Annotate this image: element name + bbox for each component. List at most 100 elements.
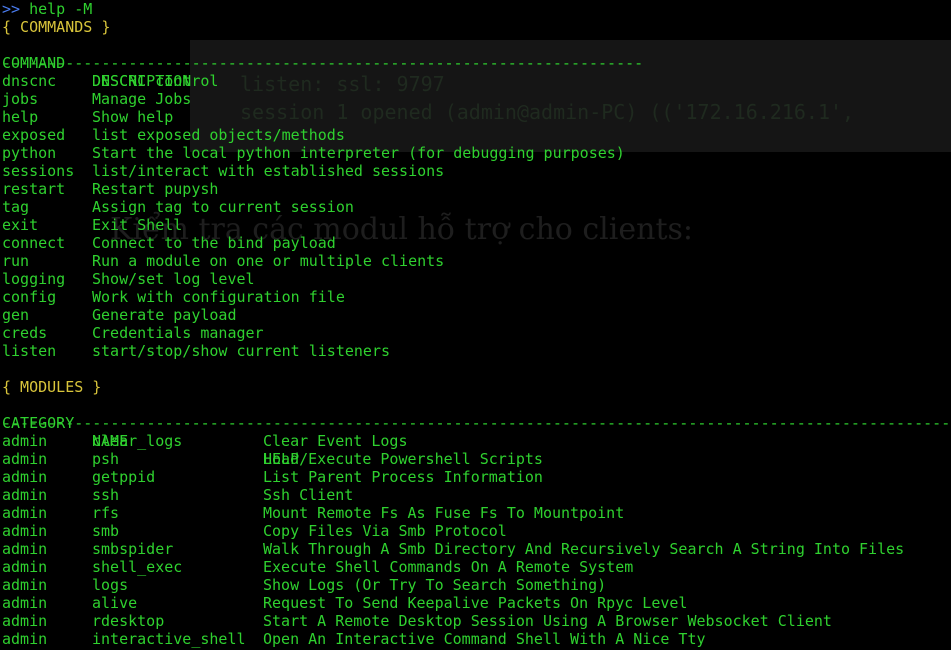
module-name: smbspider bbox=[92, 540, 174, 558]
command-row: tag Assign tag to current session bbox=[2, 198, 951, 216]
commands-section-title: { COMMANDS } bbox=[2, 18, 111, 36]
module-help: Open An Interactive Command Shell With A… bbox=[263, 630, 706, 648]
command-name: connect bbox=[2, 234, 66, 252]
module-help: Load/Execute Powershell Scripts bbox=[263, 450, 543, 468]
command-row: creds Credentials manager bbox=[2, 324, 951, 342]
module-help: Show Logs (Or Try To Search Something) bbox=[263, 576, 607, 594]
command-name: exposed bbox=[2, 126, 66, 144]
module-row: admin smb Copy Files Via Smb Protocol bbox=[2, 522, 951, 540]
module-row: admin interactive_shell Open An Interactiv… bbox=[2, 630, 951, 648]
module-help: Execute Shell Commands On A Remote Syste… bbox=[263, 558, 634, 576]
command-description: Start the local python interpreter (for … bbox=[92, 144, 625, 162]
module-help: Copy Files Via Smb Protocol bbox=[263, 522, 507, 540]
module-row: admin shell_exec Execute Shell Commands On… bbox=[2, 558, 951, 576]
module-name: interactive_shell bbox=[92, 630, 246, 648]
command-description: Manage Jobs bbox=[92, 90, 192, 108]
command-description: Show/set log level bbox=[92, 270, 255, 288]
prompt-line: >> help -M bbox=[2, 0, 951, 18]
module-name: smb bbox=[92, 522, 120, 540]
command-description: Exit Shell bbox=[92, 216, 183, 234]
command-name: creds bbox=[2, 324, 48, 342]
module-category: admin bbox=[2, 468, 48, 486]
command-name: run bbox=[2, 252, 30, 270]
module-help: Walk Through A Smb Directory And Recursi… bbox=[263, 540, 905, 558]
command-row: restart Restart pupysh bbox=[2, 180, 951, 198]
command-name: sessions bbox=[2, 162, 75, 180]
command-description: Show help bbox=[92, 108, 174, 126]
module-help: Clear Event Logs bbox=[263, 432, 408, 450]
command-row: sessions list/interact with established s… bbox=[2, 162, 951, 180]
command-name: config bbox=[2, 288, 57, 306]
module-row: admin smbspider Walk Through A Smb Directo… bbox=[2, 540, 951, 558]
command-row: run Run a module on one or multiple clien… bbox=[2, 252, 951, 270]
command-name: tag bbox=[2, 198, 30, 216]
modules-section-title: { MODULES } bbox=[2, 378, 102, 396]
module-name: rfs bbox=[92, 504, 120, 522]
module-category: admin bbox=[2, 576, 48, 594]
command-name: logging bbox=[2, 270, 66, 288]
command-name: listen bbox=[2, 342, 57, 360]
module-row: admin clear_logs Clear Event Logs bbox=[2, 432, 951, 450]
module-category: admin bbox=[2, 594, 48, 612]
module-help: Ssh Client bbox=[263, 486, 354, 504]
command-name: python bbox=[2, 144, 57, 162]
command-row: config Work with configuration file bbox=[2, 288, 951, 306]
module-row: admin rfs Mount Remote Fs As Fuse Fs To Mo… bbox=[2, 504, 951, 522]
commands-divider: ----------------------------------------… bbox=[2, 54, 644, 72]
command-description: Restart pupysh bbox=[92, 180, 219, 198]
module-name: ssh bbox=[92, 486, 120, 504]
command-row: dnscnc DNSCNC control bbox=[2, 72, 951, 90]
module-help: Request To Send Keepalive Packets On Rpy… bbox=[263, 594, 688, 612]
command-description: Generate payload bbox=[92, 306, 237, 324]
command-description: Assign tag to current session bbox=[92, 198, 354, 216]
module-category: admin bbox=[2, 486, 48, 504]
prompt-command: help -M bbox=[29, 0, 93, 18]
command-name: exit bbox=[2, 216, 39, 234]
module-category: admin bbox=[2, 504, 48, 522]
module-name: shell_exec bbox=[92, 558, 183, 576]
module-help: List Parent Process Information bbox=[263, 468, 543, 486]
module-name: psh bbox=[92, 450, 120, 468]
modules-header-row: CATEGORY NAME HELP bbox=[2, 396, 951, 468]
command-name: jobs bbox=[2, 90, 39, 108]
command-row: logging Show/set log level bbox=[2, 270, 951, 288]
module-help: Mount Remote Fs As Fuse Fs To Mountpoint bbox=[263, 504, 625, 522]
command-row: help Show help bbox=[2, 108, 951, 126]
module-row: admin alive Request To Send Keepalive Pack… bbox=[2, 594, 951, 612]
terminal-window[interactable]: >> help -M { COMMANDS } COMMAND DESCRIPT… bbox=[2, 0, 951, 650]
command-name: help bbox=[2, 108, 39, 126]
module-category: admin bbox=[2, 612, 48, 630]
module-row: admin psh Load/Execute Powershell Scripts bbox=[2, 450, 951, 468]
command-description: Connect to the bind payload bbox=[92, 234, 336, 252]
module-row: admin rdesktop Start A Remote Desktop Sess… bbox=[2, 612, 951, 630]
command-description: Credentials manager bbox=[92, 324, 264, 342]
module-name: alive bbox=[92, 594, 138, 612]
command-name: dnscnc bbox=[2, 72, 57, 90]
command-description: list/interact with established sessions bbox=[92, 162, 445, 180]
module-help: Start A Remote Desktop Session Using A B… bbox=[263, 612, 832, 630]
prompt-symbol: >> bbox=[2, 0, 21, 18]
command-row: exposed list exposed objects/methods bbox=[2, 126, 951, 144]
command-description: Run a module on one or multiple clients bbox=[92, 252, 445, 270]
command-row: exit Exit Shell bbox=[2, 216, 951, 234]
command-name: restart bbox=[2, 180, 66, 198]
module-category: admin bbox=[2, 450, 48, 468]
module-category: admin bbox=[2, 522, 48, 540]
module-category: admin bbox=[2, 558, 48, 576]
module-name: rdesktop bbox=[92, 612, 165, 630]
module-category: admin bbox=[2, 432, 48, 450]
command-description: list exposed objects/methods bbox=[92, 126, 345, 144]
command-row: connect Connect to the bind payload bbox=[2, 234, 951, 252]
modules-list: admin clear_logs Clear Event Logs admin psh L… bbox=[2, 432, 951, 648]
command-description: DNSCNC control bbox=[92, 72, 219, 90]
module-name: getppid bbox=[92, 468, 156, 486]
commands-header-row: COMMAND DESCRIPTION bbox=[2, 36, 951, 90]
module-row: admin ssh Ssh Client bbox=[2, 486, 951, 504]
commands-list: dnscnc DNSCNC control jobs Manage Jobs help S… bbox=[2, 72, 951, 360]
module-row: admin logs Show Logs (Or Try To Search Som… bbox=[2, 576, 951, 594]
command-description: Work with configuration file bbox=[92, 288, 345, 306]
command-name: gen bbox=[2, 306, 30, 324]
command-description: start/stop/show current listeners bbox=[92, 342, 391, 360]
command-row: listen start/stop/show current listeners bbox=[2, 342, 951, 360]
